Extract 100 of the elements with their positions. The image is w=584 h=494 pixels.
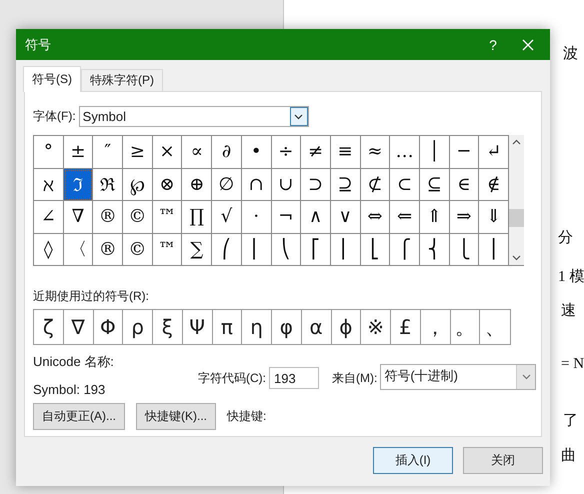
symbol-cell[interactable]: … bbox=[390, 136, 420, 168]
symbol-cell[interactable]: ⊆ bbox=[420, 168, 450, 201]
symbol-cell[interactable]: ∈ bbox=[450, 168, 480, 201]
recent-symbol-cell[interactable]: Ψ bbox=[182, 310, 212, 344]
symbol-cell[interactable]: ≥ bbox=[123, 136, 153, 168]
char-code-field[interactable]: 193 bbox=[269, 367, 319, 389]
tab[interactable]: 符号(S) bbox=[23, 66, 81, 92]
symbol-cell[interactable]: ⎩ bbox=[450, 234, 480, 266]
document-text: 1 模 bbox=[558, 268, 584, 286]
field-label: 来自(M): bbox=[332, 370, 378, 386]
recent-symbol-cell[interactable]: Φ bbox=[94, 310, 124, 344]
symbol-cell[interactable]: ⇑ bbox=[420, 201, 450, 234]
recent-symbol-cell[interactable]: ϕ bbox=[332, 310, 362, 344]
caret-icon bbox=[522, 374, 531, 380]
symbol-cell[interactable]: ⎡ bbox=[301, 234, 331, 266]
symbol-cell[interactable]: 〈 bbox=[64, 234, 94, 266]
symbol-cell[interactable]: ⎨ bbox=[420, 234, 450, 266]
symbol-cell[interactable]: ¬ bbox=[272, 201, 302, 234]
symbol-cell[interactable]: ∑ bbox=[182, 234, 212, 266]
symbol-cell[interactable]: ∂ bbox=[212, 136, 242, 168]
recent-symbol-cell[interactable]: φ bbox=[272, 310, 302, 344]
symbol-cell[interactable]: ⊇ bbox=[330, 168, 361, 201]
symbol-cell[interactable]: ∅ bbox=[212, 168, 242, 201]
symbol-cell[interactable]: ⊕ bbox=[182, 168, 212, 201]
document-text: 曲 bbox=[561, 446, 576, 465]
symbol-cell[interactable]: ∨ bbox=[330, 201, 361, 234]
symbol-cell[interactable]: ∇ bbox=[64, 201, 94, 234]
recent-symbol-cell[interactable]: ， bbox=[420, 310, 450, 344]
shortcut-key-button[interactable]: 快捷键(K)... bbox=[136, 403, 216, 430]
symbol-cell[interactable]: ∠ bbox=[34, 201, 64, 234]
recent-symbol-cell[interactable]: η bbox=[242, 310, 272, 344]
symbol-cell[interactable]: ∪ bbox=[272, 168, 302, 201]
tab[interactable]: 特殊字符(P) bbox=[81, 69, 163, 91]
symbol-cell[interactable]: ⎣ bbox=[360, 234, 390, 266]
recent-symbol-cell[interactable]: 。 bbox=[450, 310, 480, 344]
symbol-cell[interactable]: ∩ bbox=[242, 168, 272, 201]
symbol-cell[interactable]: │ bbox=[420, 136, 450, 168]
symbol-cell[interactable]: ∧ bbox=[301, 201, 331, 234]
scroll-up-icon[interactable] bbox=[512, 139, 521, 145]
symbol-cell[interactable]: ® bbox=[93, 201, 124, 234]
symbol-cell[interactable]: ⊗ bbox=[152, 168, 182, 201]
recent-symbol-cell[interactable]: ρ bbox=[123, 310, 153, 344]
symbol-cell[interactable]: ⇒ bbox=[450, 201, 480, 234]
close-button[interactable]: 关闭 bbox=[463, 447, 543, 474]
from-dropdown[interactable]: 符号(十进制) bbox=[380, 364, 536, 390]
symbol-cell[interactable]: ™ bbox=[152, 201, 182, 234]
symbol-cell[interactable]: ⎜ bbox=[242, 234, 272, 266]
symbol-cell[interactable]: © bbox=[123, 201, 153, 234]
symbol-cell[interactable]: ≡ bbox=[330, 136, 361, 168]
symbol-cell[interactable]: × bbox=[152, 136, 182, 168]
symbol-cell[interactable]: ° bbox=[34, 136, 64, 168]
scrollbar-thumb[interactable] bbox=[509, 209, 524, 227]
recent-symbol-cell[interactable]: α bbox=[302, 310, 332, 344]
symbol-cell[interactable]: ® bbox=[93, 234, 124, 266]
symbol-cell[interactable]: ⊂ bbox=[390, 168, 420, 201]
symbol-cell[interactable]: ⋅ bbox=[242, 201, 272, 234]
recent-symbol-cell[interactable]: ξ bbox=[153, 310, 183, 344]
symbol-cell[interactable]: © bbox=[123, 234, 153, 266]
symbol-cell[interactable]: ⎢ bbox=[330, 234, 361, 266]
recent-symbol-cell[interactable]: 、 bbox=[480, 310, 510, 344]
section-label: 近期使用过的符号(R): bbox=[33, 288, 150, 305]
scroll-down-icon[interactable] bbox=[512, 255, 521, 261]
document-text: 波 bbox=[563, 44, 578, 63]
symbol-cell[interactable]: ℑ bbox=[64, 168, 94, 201]
autocorrect-button[interactable]: 自动更正(A)... bbox=[33, 403, 125, 430]
recent-symbol-cell[interactable]: ζ bbox=[34, 310, 64, 344]
close-icon[interactable] bbox=[522, 38, 534, 50]
symbol-cell[interactable]: ◊ bbox=[34, 234, 64, 266]
caret-icon bbox=[294, 114, 304, 120]
scrollbar[interactable] bbox=[509, 135, 524, 266]
symbol-cell[interactable]: ⊃ bbox=[301, 168, 331, 201]
symbol-cell[interactable]: ─ bbox=[450, 136, 480, 168]
symbol-cell[interactable]: ⎛ bbox=[212, 234, 242, 266]
symbol-cell[interactable]: √ bbox=[212, 201, 242, 234]
symbol-cell[interactable]: • bbox=[242, 136, 272, 168]
symbol-cell[interactable]: ∝ bbox=[182, 136, 212, 168]
recent-symbol-cell[interactable]: £ bbox=[391, 310, 421, 344]
document-text: 分 bbox=[558, 229, 573, 247]
insert-button[interactable]: 插入(I) bbox=[373, 447, 453, 474]
field-label: 字符代码(C): bbox=[198, 370, 266, 386]
symbol-cell[interactable]: ≠ bbox=[301, 136, 331, 168]
recent-symbol-cell[interactable]: ※ bbox=[361, 310, 391, 344]
symbol-cell[interactable]: ⇐ bbox=[390, 201, 420, 234]
recent-symbol-cell[interactable]: π bbox=[212, 310, 242, 344]
font-dropdown[interactable]: Symbol bbox=[78, 106, 309, 127]
recent-symbol-cell[interactable]: ∇ bbox=[64, 310, 94, 344]
symbol-cell[interactable]: ™ bbox=[152, 234, 182, 266]
document-text: = N bbox=[561, 356, 584, 373]
symbol-cell[interactable]: ″ bbox=[93, 136, 124, 168]
symbol-cell[interactable]: ℘ bbox=[123, 168, 153, 201]
symbol-cell[interactable]: ⊄ bbox=[360, 168, 390, 201]
symbol-cell[interactable]: ⇔ bbox=[360, 201, 390, 234]
symbol-cell[interactable]: ∏ bbox=[182, 201, 212, 234]
symbol-cell[interactable]: ℜ bbox=[93, 168, 124, 201]
symbol-cell[interactable]: ÷ bbox=[272, 136, 302, 168]
symbol-cell[interactable]: ⎝ bbox=[272, 234, 302, 266]
symbol-cell[interactable]: ⎧ bbox=[390, 234, 420, 266]
document-text: 速 bbox=[561, 302, 576, 320]
help-button[interactable]: ? bbox=[478, 36, 508, 52]
symbol-cell[interactable]: ≈ bbox=[360, 136, 390, 168]
